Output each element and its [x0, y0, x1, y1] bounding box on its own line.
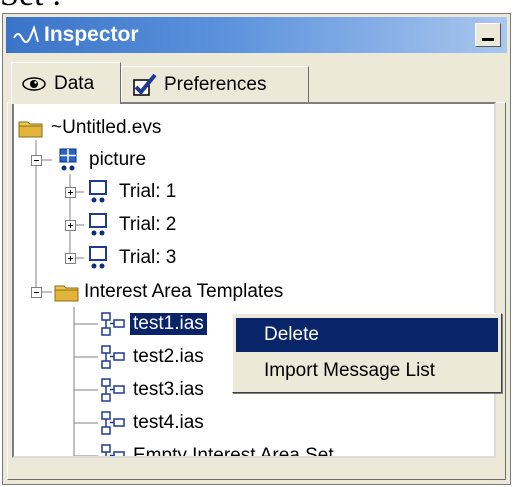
context-menu: Delete Import Message List: [232, 313, 502, 393]
tab-preferences[interactable]: Preferences: [121, 66, 309, 102]
tree-node-template[interactable]: test1.ias: [100, 309, 207, 339]
interest-area-icon: [101, 345, 125, 369]
tree-node-template[interactable]: Empty Interest Area Set: [100, 441, 337, 458]
node-label: test2.ias: [133, 346, 204, 367]
background-caption: Set :: [0, 0, 61, 12]
expand-toggle[interactable]: [65, 253, 76, 264]
node-label: picture: [89, 149, 147, 170]
tab-label: Data: [54, 72, 95, 94]
folder-icon: [18, 121, 43, 138]
tree-node-templates[interactable]: Interest Area Templates: [54, 277, 286, 307]
node-label: Trial: 3: [119, 247, 177, 268]
tree-node-trial[interactable]: Trial: 1: [86, 177, 179, 207]
node-label: Interest Area Templates: [84, 281, 284, 302]
node-label: test3.ias: [133, 379, 204, 400]
trial-icon: [89, 213, 107, 236]
window-title: Inspector: [44, 23, 139, 46]
tree-view[interactable]: ~Untitled.evs picture Trial: 1 Trial: 2: [12, 102, 496, 458]
menu-item-import-message-list[interactable]: Import Message List: [236, 354, 498, 388]
node-label: Trial: 1: [119, 181, 177, 202]
interest-area-icon: [101, 378, 125, 402]
expand-toggle[interactable]: [65, 187, 76, 198]
checkbox-icon: [133, 73, 157, 96]
interest-area-icon: [101, 312, 125, 336]
tree-node-root[interactable]: ~Untitled.evs: [18, 113, 164, 143]
tree-node-template[interactable]: test4.ias: [100, 408, 207, 438]
node-label: test4.ias: [133, 412, 204, 433]
folder-icon: [54, 285, 79, 302]
inspector-icon: [13, 24, 39, 43]
collapse-toggle[interactable]: [31, 287, 42, 298]
tree-node-picture[interactable]: picture: [56, 145, 149, 175]
picture-node-icon: [59, 148, 77, 171]
collapse-toggle[interactable]: [31, 155, 42, 166]
tab-label: Preferences: [164, 73, 267, 95]
node-label: Trial: 2: [119, 214, 177, 235]
menu-item-delete[interactable]: Delete: [236, 318, 498, 352]
title-bar[interactable]: Inspector: [6, 17, 507, 53]
tree-node-trial[interactable]: Trial: 2: [86, 210, 179, 240]
node-label: Empty Interest Area Set: [133, 445, 334, 458]
node-label: test1.ias: [130, 313, 207, 335]
trial-icon: [89, 180, 107, 203]
interest-area-icon: [101, 411, 125, 435]
tree-node-trial[interactable]: Trial: 3: [86, 243, 179, 273]
interest-area-icon: [101, 444, 125, 456]
tree-node-template[interactable]: test2.ias: [100, 342, 207, 372]
expand-toggle[interactable]: [65, 220, 76, 231]
tree-node-template[interactable]: test3.ias: [100, 375, 207, 405]
eye-icon: [22, 76, 46, 91]
trial-icon: [89, 246, 107, 269]
node-label: ~Untitled.evs: [51, 117, 162, 138]
tab-data[interactable]: Data: [11, 62, 121, 104]
minimize-button[interactable]: [475, 23, 501, 47]
